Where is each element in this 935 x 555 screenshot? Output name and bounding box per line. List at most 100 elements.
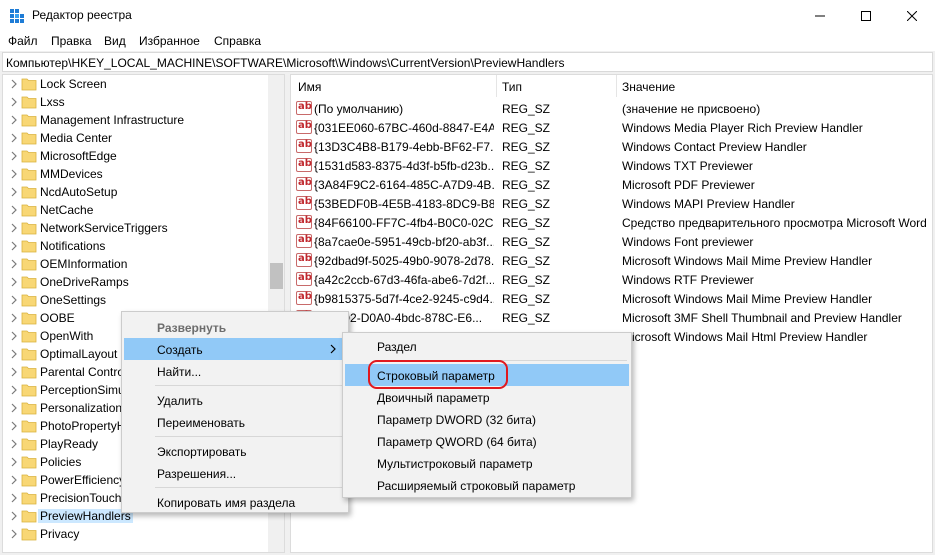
column-divider[interactable]: [496, 75, 497, 97]
chevron-right-icon[interactable]: [9, 348, 19, 360]
value-row[interactable]: ab {1531d583-8375-4d3f-b5fb-d23b... REG_SZ…: [291, 156, 932, 175]
tree-item[interactable]: MicrosoftEdge: [3, 147, 268, 165]
tree-item[interactable]: NetworkServiceTriggers: [3, 219, 268, 237]
context-menu-item[interactable]: Найти...: [124, 360, 346, 382]
tree-item[interactable]: OneDriveRamps: [3, 273, 268, 291]
tree-item[interactable]: Management Infrastructure: [3, 111, 268, 129]
value-row[interactable]: ab {031EE060-67BC-460d-8847-E4A... REG_SZ W…: [291, 118, 932, 137]
context-menu-item[interactable]: Переименовать: [124, 411, 346, 433]
menu-bar: Файл Правка Вид Избранное Справка: [0, 31, 935, 51]
value-row[interactable]: ab {a42c2ccb-67d3-46fa-abe6-7d2f... REG_SZ…: [291, 270, 932, 289]
tree-item-label: Privacy: [40, 527, 80, 541]
value-row[interactable]: ab {84F66100-FF7C-4fb4-B0C0-02C... REG_SZ С…: [291, 213, 932, 232]
menu-help[interactable]: Справка: [214, 34, 261, 48]
submenu-item[interactable]: Двоичный параметр: [345, 386, 629, 408]
chevron-right-icon[interactable]: [9, 438, 19, 450]
context-menu-item[interactable]: Развернуть: [124, 316, 346, 338]
folder-icon: [21, 78, 37, 91]
tree-item[interactable]: Lock Screen: [3, 75, 268, 93]
submenu-item[interactable]: Мультистроковый параметр: [345, 452, 629, 474]
chevron-right-icon[interactable]: [9, 186, 19, 198]
chevron-right-icon[interactable]: [9, 384, 19, 396]
menu-file[interactable]: Файл: [8, 34, 38, 48]
chevron-right-icon[interactable]: [9, 402, 19, 414]
context-menu-item[interactable]: Экспортировать: [124, 440, 346, 462]
close-button[interactable]: [889, 0, 935, 31]
column-header-value[interactable]: Значение: [622, 75, 675, 97]
value-row[interactable]: ab{...68D2-D0A0-4bdc-878C-E6...REG_SZMic…: [291, 308, 932, 327]
chevron-right-icon[interactable]: [9, 258, 19, 270]
submenu-item-label: Раздел: [377, 340, 417, 354]
chevron-right-icon[interactable]: [9, 528, 19, 540]
string-value-icon-glyph: ab: [298, 253, 312, 264]
menu-view[interactable]: Вид: [104, 34, 126, 48]
address-bar[interactable]: Компьютер\HKEY_LOCAL_MACHINE\SOFTWARE\Mi…: [2, 52, 933, 72]
chevron-right-icon[interactable]: [9, 204, 19, 216]
tree-item[interactable]: Media Center: [3, 129, 268, 147]
tree-item[interactable]: NetCache: [3, 201, 268, 219]
value-name: {a42c2ccb-67d3-46fa-abe6-7d2f...: [314, 273, 494, 287]
submenu-item-label: Мультистроковый параметр: [377, 457, 533, 471]
chevron-right-icon[interactable]: [9, 96, 19, 108]
chevron-right-icon[interactable]: [9, 132, 19, 144]
context-menu-item[interactable]: Удалить: [124, 389, 346, 411]
chevron-right-icon[interactable]: [9, 312, 19, 324]
chevron-right-icon[interactable]: [9, 168, 19, 180]
chevron-right-icon[interactable]: [9, 474, 19, 486]
context-menu-item-label: Развернуть: [157, 321, 227, 335]
chevron-right-icon[interactable]: [9, 276, 19, 288]
registry-editor-icon: [10, 9, 24, 23]
folder-icon: [21, 204, 37, 217]
tree-item[interactable]: OEMInformation: [3, 255, 268, 273]
chevron-right-icon[interactable]: [9, 330, 19, 342]
chevron-right-icon[interactable]: [9, 492, 19, 504]
tree-item[interactable]: Privacy: [3, 525, 268, 543]
chevron-right-icon[interactable]: [9, 420, 19, 432]
string-value-icon-glyph: ab: [298, 120, 312, 131]
chevron-right-icon[interactable]: [9, 240, 19, 252]
submenu-item[interactable]: Параметр DWORD (32 бита): [345, 408, 629, 430]
value-row[interactable]: ab {3A84F9C2-6164-485C-A7D9-4B... REG_SZ Mi…: [291, 175, 932, 194]
folder-icon: [21, 240, 37, 253]
value-type: REG_SZ: [502, 121, 551, 135]
chevron-right-icon[interactable]: [9, 366, 19, 378]
value-type: REG_SZ: [502, 102, 551, 116]
context-menu-item[interactable]: Создать: [124, 338, 346, 360]
submenu-item[interactable]: Расширяемый строковый параметр: [345, 474, 629, 496]
menu-favorites[interactable]: Избранное: [139, 34, 200, 48]
value-row[interactable]: ab {92dbad9f-5025-49b0-9078-2d78... REG_SZ…: [291, 251, 932, 270]
minimize-button[interactable]: [797, 0, 843, 31]
chevron-right-icon[interactable]: [9, 456, 19, 468]
tree-item[interactable]: Lxss: [3, 93, 268, 111]
column-divider[interactable]: [616, 75, 617, 97]
maximize-button[interactable]: [843, 0, 889, 31]
tree-item[interactable]: MMDevices: [3, 165, 268, 183]
value-row[interactable]: ab {b9815375-5d7f-4ce2-9245-c9d4... REG_SZ…: [291, 289, 932, 308]
value-row[interactable]: ab {53BEDF0B-4E5B-4183-8DC9-B8A... REG_SZ W…: [291, 194, 932, 213]
chevron-right-icon[interactable]: [9, 150, 19, 162]
value-row[interactable]: ab {13D3C4B8-B179-4ebb-BF62-F7... REG_SZ Wi…: [291, 137, 932, 156]
chevron-right-icon[interactable]: [9, 114, 19, 126]
context-menu-item[interactable]: Копировать имя раздела: [124, 491, 346, 513]
chevron-right-icon[interactable]: [9, 510, 19, 522]
value-data: Windows TXT Previewer: [622, 159, 753, 173]
tree-item-label: OneSettings: [40, 293, 107, 307]
submenu-item[interactable]: Параметр QWORD (64 бита): [345, 430, 629, 452]
chevron-right-icon[interactable]: [9, 222, 19, 234]
tree-item[interactable]: OneSettings: [3, 291, 268, 309]
value-row[interactable]: ab {8a7cae0e-5951-49cb-bf20-ab3f... REG_SZ…: [291, 232, 932, 251]
value-type: REG_SZ: [502, 159, 551, 173]
chevron-right-icon[interactable]: [9, 294, 19, 306]
scrollbar-thumb[interactable]: [270, 263, 283, 289]
folder-icon: [21, 312, 37, 325]
context-menu-item[interactable]: Разрешения...: [124, 462, 346, 484]
value-row[interactable]: ab (По умолчанию) REG_SZ (значение не присв…: [291, 99, 932, 118]
tree-item[interactable]: Notifications: [3, 237, 268, 255]
column-header-type[interactable]: Тип: [502, 75, 522, 97]
menu-edit[interactable]: Правка: [51, 34, 92, 48]
chevron-right-icon[interactable]: [9, 78, 19, 90]
column-header-name[interactable]: Имя: [298, 75, 321, 97]
folder-icon: [21, 528, 37, 541]
submenu-item[interactable]: Раздел: [345, 335, 629, 357]
tree-item[interactable]: NcdAutoSetup: [3, 183, 268, 201]
